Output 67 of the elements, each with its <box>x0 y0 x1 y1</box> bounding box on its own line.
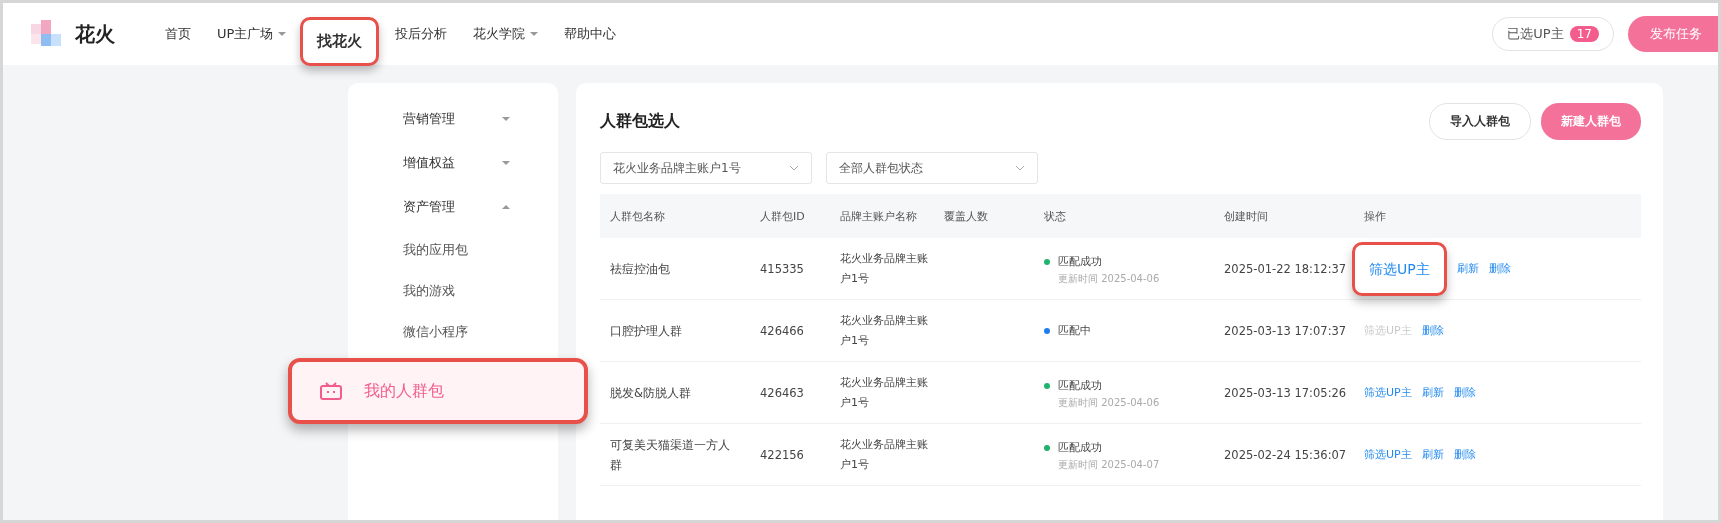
table-cell: 花火业务品牌主账户1号 <box>830 362 934 424</box>
action-link[interactable]: 删除 <box>1488 258 1511 279</box>
action-link[interactable]: 筛选UP主 <box>1352 241 1447 296</box>
nav-item[interactable]: 首页 <box>165 25 191 43</box>
table-cell: 祛痘控油包 <box>600 238 750 300</box>
table-cell: 花火业务品牌主账户1号 <box>830 424 934 486</box>
column-header: 状态 <box>1034 194 1214 238</box>
table-cell: 415335 <box>750 238 830 300</box>
table-cell: 花火业务品牌主账户1号 <box>830 238 934 300</box>
nav-item[interactable]: 花火学院 <box>473 25 539 43</box>
caret-icon <box>278 31 287 37</box>
status-text: 匹配成功 <box>1058 439 1103 456</box>
action-link[interactable]: 刷新 <box>1421 382 1444 403</box>
update-time: 更新时间 2025-04-06 <box>1058 271 1160 286</box>
table-cell: 2025-03-13 17:07:37 <box>1214 300 1354 362</box>
column-header: 创建时间 <box>1214 194 1354 238</box>
sidebar-group[interactable]: 营销管理 <box>348 97 558 141</box>
column-header: 操作 <box>1354 194 1641 238</box>
table-cell: 2025-02-24 15:36:07 <box>1214 424 1354 486</box>
selected-up-label: 已选UP主 <box>1507 25 1564 43</box>
table-cell: 426466 <box>750 300 830 362</box>
nav-item[interactable]: 找花火 <box>300 16 380 66</box>
update-time: 更新时间 2025-04-07 <box>1058 457 1160 472</box>
status-text: 匹配中 <box>1058 322 1091 339</box>
sidebar-item[interactable]: 微信小程序 <box>348 311 558 352</box>
action-link[interactable]: 刷新 <box>1421 444 1444 465</box>
chevron-icon <box>1015 165 1025 171</box>
action-link[interactable]: 刷新 <box>1456 258 1479 279</box>
selected-up-button[interactable]: 已选UP主 17 <box>1492 17 1614 51</box>
caret-icon <box>502 160 510 166</box>
table-cell: 口腔护理人群 <box>600 300 750 362</box>
table-cell: 花火业务品牌主账户1号 <box>830 300 934 362</box>
chevron-icon <box>789 165 799 171</box>
tv-icon <box>320 382 342 400</box>
caret-icon <box>502 204 510 210</box>
status-text: 匹配成功 <box>1058 377 1103 394</box>
sidebar-group[interactable]: 增值权益 <box>348 141 558 185</box>
column-header: 人群包名称 <box>600 194 750 238</box>
column-header: 覆盖人数 <box>934 194 1034 238</box>
sidebar-item[interactable]: 我的游戏 <box>348 270 558 311</box>
sidebar-group[interactable]: 资产管理 <box>348 185 558 229</box>
caret-icon <box>502 116 510 122</box>
column-header: 人群包ID <box>750 194 830 238</box>
action-link[interactable]: 筛选UP主 <box>1364 444 1412 465</box>
action-link[interactable]: 删除 <box>1453 382 1476 403</box>
caret-icon <box>530 31 539 37</box>
table-cell: 426463 <box>750 362 830 424</box>
filter-select[interactable]: 全部人群包状态 <box>826 152 1038 184</box>
table-cell: 422156 <box>750 424 830 486</box>
nav-item[interactable]: 投后分析 <box>395 25 448 43</box>
count-badge: 17 <box>1569 26 1599 42</box>
table-cell: 2025-03-13 17:05:26 <box>1214 362 1354 424</box>
action-link[interactable]: 删除 <box>1421 320 1444 341</box>
filter-select[interactable]: 花火业务品牌主账户1号 <box>600 152 812 184</box>
table-cell: 脱发&防脱人群 <box>600 362 750 424</box>
import-button[interactable]: 导入人群包 <box>1429 103 1531 140</box>
sidebar-item[interactable]: 我的应用包 <box>348 229 558 270</box>
update-time: 更新时间 2025-04-06 <box>1058 395 1160 410</box>
nav-item[interactable]: UP主广场 <box>217 25 287 43</box>
nav-item[interactable]: 帮助中心 <box>564 25 617 43</box>
action-link[interactable]: 删除 <box>1453 444 1476 465</box>
action-link[interactable]: 筛选UP主 <box>1364 382 1412 403</box>
column-header: 品牌主账户名称 <box>830 194 934 238</box>
status-text: 匹配成功 <box>1058 253 1103 270</box>
table-cell: 可复美天猫渠道一方人群 <box>600 424 750 486</box>
panel-title: 人群包选人 <box>600 111 680 132</box>
logo-text: 花火 <box>75 20 115 48</box>
